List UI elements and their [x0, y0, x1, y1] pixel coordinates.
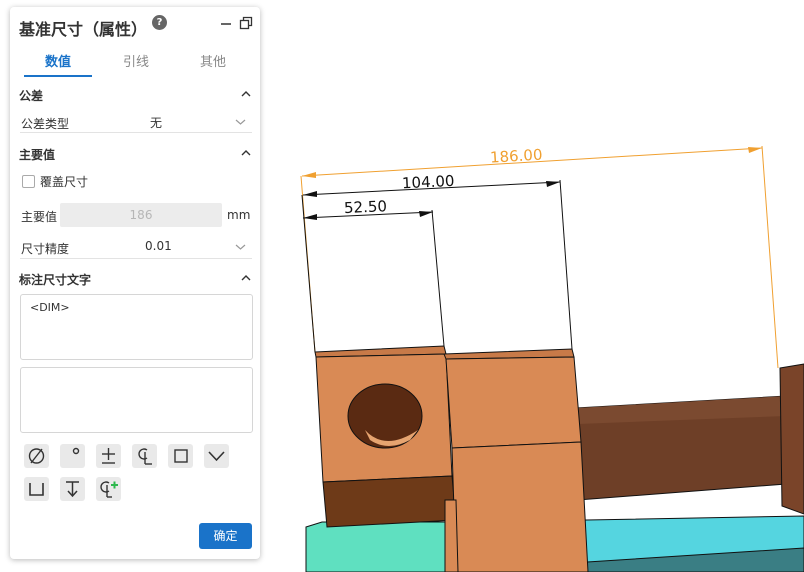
diameter-icon — [28, 448, 45, 464]
primary-value-unit: mm — [227, 208, 251, 222]
precision-chevron-down-icon[interactable] — [235, 243, 246, 251]
tab-bar: 数值 引线 其他 — [10, 51, 260, 77]
section-tolerance-title: 公差 — [19, 89, 44, 103]
tolerance-type-value[interactable]: 无 — [150, 114, 162, 131]
collapse-primary-icon[interactable] — [241, 148, 251, 158]
tolerance-type-chevron-down-icon[interactable] — [235, 118, 246, 126]
collapse-dim-text-icon[interactable] — [241, 273, 251, 283]
counterbore-icon — [29, 483, 44, 496]
confirm-button[interactable]: 确定 — [199, 523, 252, 549]
override-checkbox[interactable] — [22, 175, 35, 188]
restore-icon[interactable] — [239, 16, 253, 30]
centerline-icon — [138, 448, 152, 465]
property-panel: 基准尺寸（属性） ? 数值 引线 其他 公差 公差类型 无 主要值 覆盖尺寸 主… — [10, 7, 260, 559]
tolerance-type-underline — [20, 132, 252, 133]
countersink-button[interactable] — [204, 444, 229, 468]
depth-icon — [66, 481, 79, 498]
override-label: 覆盖尺寸 — [40, 175, 89, 189]
square-icon — [174, 449, 188, 463]
centerline-button[interactable] — [132, 444, 157, 468]
dim-text-editor[interactable]: <DIM> — [20, 294, 253, 360]
middle-block[interactable] — [445, 356, 582, 449]
square-button[interactable] — [168, 444, 193, 468]
panel-title: 基准尺寸（属性） — [19, 20, 148, 39]
dim-186-text[interactable]: 186.00 — [490, 146, 543, 167]
dim-text-content: <DIM> — [30, 301, 70, 314]
tolerance-type-label: 公差类型 — [21, 117, 70, 131]
primary-value-label: 主要值 — [21, 210, 58, 224]
section-dim-text-title: 标注尺寸文字 — [19, 273, 92, 287]
help-icon[interactable]: ? — [152, 15, 167, 30]
tab-values[interactable]: 数值 — [23, 51, 93, 70]
tab-leader[interactable]: 引线 — [101, 51, 171, 70]
plus-minus-button[interactable] — [96, 444, 121, 468]
lower-block[interactable] — [451, 441, 589, 572]
degree-button[interactable] — [60, 444, 85, 468]
precision-label: 尺寸精度 — [21, 242, 70, 256]
counterbore-button[interactable] — [24, 477, 49, 501]
add-symbol-icon — [100, 481, 118, 498]
dim-52-text[interactable]: 52.50 — [344, 197, 388, 217]
minimize-icon[interactable] — [219, 16, 233, 30]
plus-minus-icon — [102, 448, 115, 464]
dim-text-secondary-editor[interactable] — [20, 367, 253, 433]
collapse-tolerance-icon[interactable] — [241, 89, 251, 99]
depth-button[interactable] — [60, 477, 85, 501]
active-tab-indicator — [24, 75, 92, 77]
primary-value-field[interactable]: 186 — [60, 203, 222, 227]
tab-other[interactable]: 其他 — [178, 51, 248, 70]
section-primary-title: 主要值 — [19, 148, 56, 162]
degree-icon — [72, 447, 80, 455]
dim-104-text[interactable]: 104.00 — [402, 172, 455, 193]
countersink-icon — [208, 451, 225, 462]
precision-value[interactable]: 0.01 — [145, 239, 172, 253]
precision-underline — [20, 258, 252, 259]
teal-plate[interactable] — [305, 521, 461, 572]
diameter-button[interactable] — [24, 444, 49, 468]
add-symbol-button[interactable] — [96, 477, 121, 501]
